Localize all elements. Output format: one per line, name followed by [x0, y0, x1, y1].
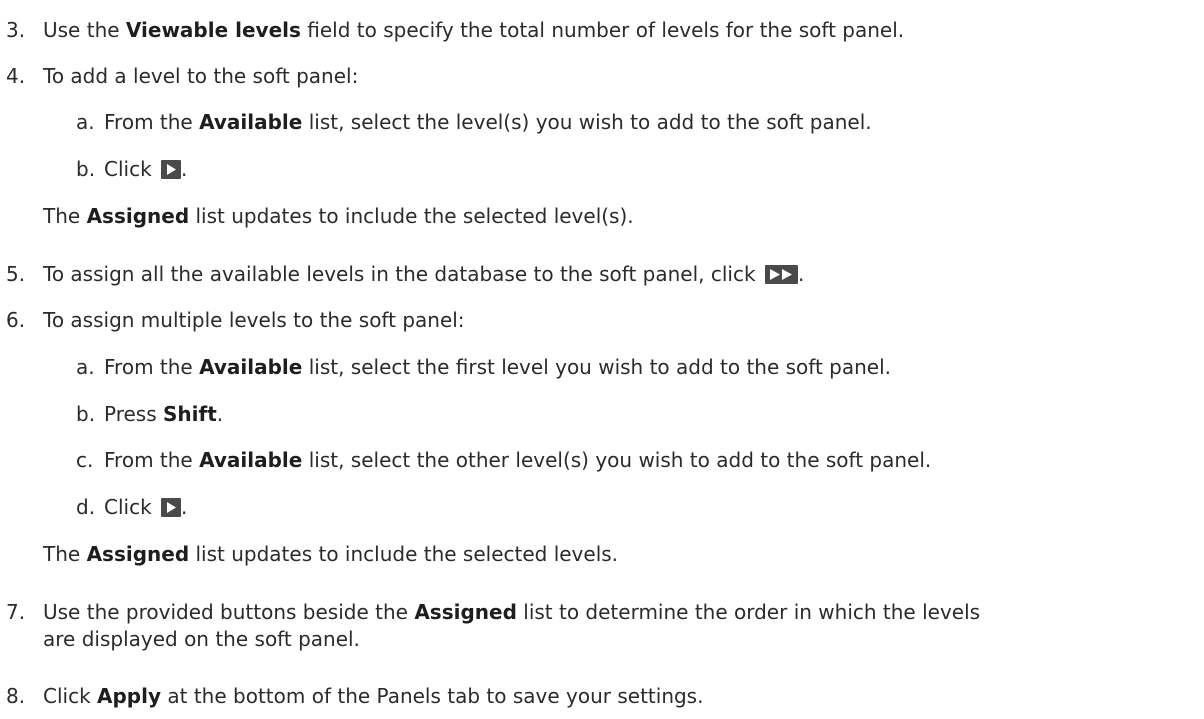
step-number: 5. — [6, 262, 26, 286]
substep-text: Click . — [104, 495, 188, 519]
substep-text: From the Available list, select the firs… — [104, 355, 892, 379]
substep-label: b. — [76, 157, 96, 181]
step-number: 4. — [6, 64, 26, 88]
play-arrow-icon — [161, 160, 182, 179]
substep-label: d. — [76, 495, 96, 519]
step-text: To assign all the available levels in th… — [43, 262, 805, 286]
step-number: 7. — [6, 600, 26, 624]
step-number: 3. — [6, 18, 26, 42]
result-text: The Assigned list updates to include the… — [43, 204, 634, 228]
substep-label: a. — [76, 355, 95, 379]
step-number: 8. — [6, 684, 26, 708]
substep-text: Press Shift. — [104, 402, 224, 426]
step-number: 6. — [6, 308, 26, 332]
result-text: The Assigned list updates to include the… — [43, 542, 619, 566]
substep-text: Click . — [104, 157, 188, 181]
step-text: Click Apply at the bottom of the Panels … — [43, 684, 704, 708]
substep-label: b. — [76, 402, 96, 426]
step-text: To add a level to the soft panel: — [43, 64, 359, 88]
step-text: Use the Viewable levels field to specify… — [43, 18, 905, 42]
substep-label: a. — [76, 110, 95, 134]
step-text: Use the provided buttons beside the Assi… — [43, 600, 981, 624]
substep-text: From the Available list, select the othe… — [104, 448, 932, 472]
substep-text: From the Available list, select the leve… — [104, 110, 872, 134]
step-text: To assign multiple levels to the soft pa… — [43, 308, 465, 332]
play-arrow-icon — [161, 498, 182, 517]
fast-forward-icon — [764, 265, 798, 284]
substep-label: c. — [76, 448, 94, 472]
step-text-line2: are displayed on the soft panel. — [43, 627, 360, 651]
